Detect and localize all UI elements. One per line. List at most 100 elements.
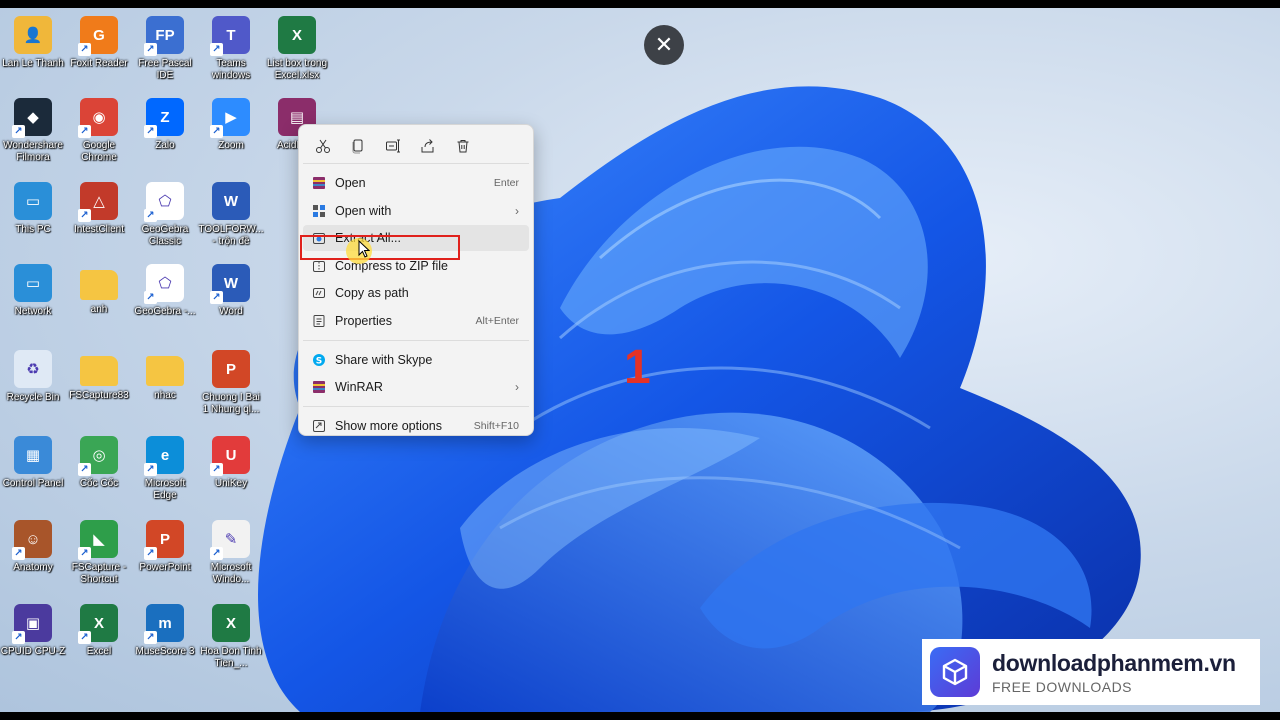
desktop-icon[interactable]: X Hoa Don Tinh Tien_... (198, 604, 264, 670)
geogebra-icon: ⬠ (144, 182, 184, 222)
desktop-icon[interactable]: X List box trong Excel.xlsx (264, 16, 330, 82)
desktop-icon[interactable]: G Foxit Reader (66, 16, 132, 70)
desktop-icon-label: Zoom (218, 140, 244, 151)
desktop-icon-label: MuseScore 3 (135, 646, 195, 657)
menu-item-label: Share with Skype (335, 352, 433, 367)
desktop-icon-label: Hoa Don Tinh Tien_... (200, 646, 262, 669)
menu-item-winrar[interactable]: WinRAR › (303, 374, 529, 400)
desktop-icon-label: Word (219, 306, 243, 317)
cut-icon[interactable] (311, 135, 335, 157)
desktop-icon[interactable]: P Chuong I Bai 1 Nhung ql... (198, 350, 264, 416)
desktop-icon[interactable]: ▭ Network (0, 264, 66, 318)
menu-item-properties[interactable]: Properties Alt+Enter (303, 308, 529, 334)
desktop-icon[interactable]: ◎ Cốc Cốc (66, 436, 132, 490)
context-menu-items: Open Enter Open with › Extract All... Compres… (299, 170, 533, 439)
desktop-icon-label: This PC (15, 224, 51, 235)
menu-item-label: Open (335, 176, 366, 190)
desktop-icon[interactable]: ⬠GeoGebra Classic (132, 182, 198, 248)
excel-file-icon: X (278, 16, 316, 54)
desktop-icon-label: IntestClient (73, 224, 125, 235)
desktop-icon[interactable]: FSCapture83 (66, 350, 132, 402)
edge-icon: e (144, 436, 184, 476)
desktop-icon[interactable]: 👤 Lan Le Thanh (0, 16, 66, 70)
control-panel-icon: ▦ (14, 436, 52, 474)
excel-icon: X (78, 604, 118, 644)
close-icon: ✕ (654, 32, 674, 57)
desktop-icon-label: Teams windows (211, 58, 251, 81)
desktop-icon-label: Excel (86, 646, 112, 657)
folder-icon (80, 270, 118, 300)
copy-icon[interactable] (346, 135, 370, 157)
powerpoint-icon: P (144, 520, 184, 560)
desktop-icon-label: GeoGebra Classic (141, 224, 189, 247)
svg-text:S: S (316, 356, 322, 366)
folder-icon (146, 356, 184, 386)
desktop-icon[interactable]: ✎Microsoft Windo... (198, 520, 264, 586)
desktop-icon[interactable]: ▦ Control Panel (0, 436, 66, 490)
desktop-icon-label: Wondershare Filmora (3, 140, 63, 163)
desktop-icon-label: Cốc Cốc (79, 478, 119, 489)
desktop-icon-label: FSCapture - Shortcut (71, 562, 127, 585)
desktop-icon[interactable]: ♻ Recycle Bin (0, 350, 66, 404)
menu-item-show-more[interactable]: Show more options Shift+F10 (303, 413, 529, 439)
watermark-subtitle: FREE DOWNLOADS (992, 678, 1133, 695)
menu-item-label: Show more options (335, 419, 443, 433)
open-with-icon (311, 203, 327, 219)
desktop-icon[interactable]: Z Zalo (132, 98, 198, 152)
delete-icon[interactable] (451, 135, 475, 157)
desktop-icon-label: Network (14, 306, 52, 317)
pdf-reader-icon: G (78, 16, 118, 56)
teams-icon: T (210, 16, 250, 56)
share-icon[interactable] (416, 135, 440, 157)
menu-item-open-with[interactable]: Open with › (303, 198, 529, 224)
desktop-icon[interactable]: ⬠ GeoGebra -... (132, 264, 198, 318)
desktop-icon-label: Control Panel (2, 478, 64, 489)
step-number-label: 1 (624, 341, 651, 394)
desktop-icon-label: List box trong Excel.xlsx (266, 58, 328, 81)
desktop-icon-label: Microsoft Windo... (210, 562, 252, 585)
copy-path-icon (311, 285, 327, 301)
desktop-screen: 👤 Lan Le Thanh G Foxit Reader FPFree Pascal … (0, 8, 1280, 712)
menu-item-open[interactable]: Open Enter (303, 170, 529, 196)
desktop-icon[interactable]: ☺ Anatomy (0, 520, 66, 574)
desktop-icon[interactable]: ◉Google Chrome (66, 98, 132, 164)
desktop-icon[interactable]: W Word (198, 264, 264, 318)
desktop-icon-label: TOOLFORW... - trộn đề (198, 224, 264, 247)
desktop-icon[interactable]: eMicrosoft Edge (132, 436, 198, 502)
word-icon: W (210, 264, 250, 304)
fscapture-icon: ◣ (78, 520, 118, 560)
desktop-icon[interactable]: ◣FSCapture - Shortcut (66, 520, 132, 586)
winrar-icon (311, 175, 327, 191)
desktop-icon[interactable]: anh (66, 264, 132, 316)
recycle-bin-icon: ♻ (14, 350, 52, 388)
desktop-icon[interactable]: m MuseScore 3 (132, 604, 198, 658)
menu-item-share-skype[interactable]: S Share with Skype (303, 347, 529, 373)
desktop-icon-label: nhac (154, 390, 176, 401)
desktop-icon-label: Zalo (155, 140, 175, 151)
menu-separator (303, 163, 529, 164)
winrar-icon (311, 379, 327, 395)
desktop-icon[interactable]: FPFree Pascal IDE (132, 16, 198, 82)
desktop-icon[interactable]: △ IntestClient (66, 182, 132, 236)
whiteboard-icon: ✎ (210, 520, 250, 560)
desktop-icon[interactable]: X Excel (66, 604, 132, 658)
desktop-icon[interactable]: TTeams windows (198, 16, 264, 82)
menu-item-copy-path[interactable]: Copy as path (303, 280, 529, 306)
desktop-icon[interactable]: W TOOLFORW... - trộn đề (198, 182, 264, 248)
watermark-banner: downloadphanmem.vn FREE DOWNLOADS (922, 639, 1260, 705)
close-button[interactable]: ✕ (644, 25, 684, 65)
desktop-icon[interactable]: P PowerPoint (132, 520, 198, 574)
desktop-icon[interactable]: U UniKey (198, 436, 264, 490)
desktop-icon-label: CPUID CPU-Z (0, 646, 66, 657)
rename-icon[interactable] (381, 135, 405, 157)
desktop-icon-label: PowerPoint (139, 562, 191, 573)
intest-icon: △ (78, 182, 118, 222)
desktop-icon-label: anh (90, 304, 108, 315)
desktop-icon[interactable]: ▣ CPUID CPU-Z (0, 604, 66, 658)
desktop-icon[interactable]: ▭ This PC (0, 182, 66, 236)
desktop-icon[interactable]: ◆Wondershare Filmora (0, 98, 66, 164)
desktop-icon[interactable]: nhac (132, 350, 198, 402)
chevron-right-icon: › (515, 380, 519, 394)
menu-separator (303, 339, 529, 341)
desktop-icon[interactable]: ▶ Zoom (198, 98, 264, 152)
